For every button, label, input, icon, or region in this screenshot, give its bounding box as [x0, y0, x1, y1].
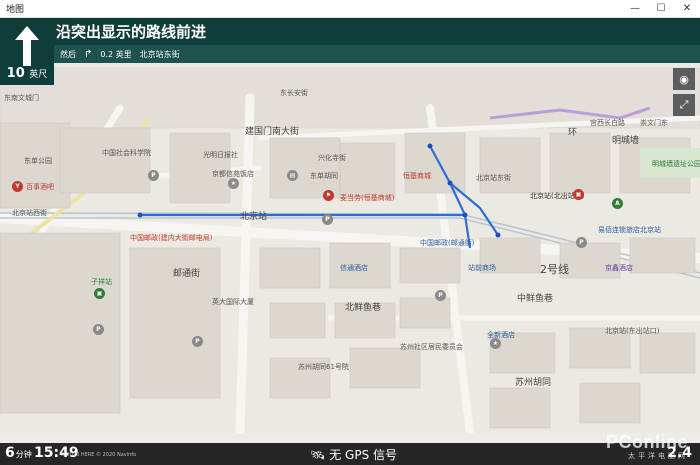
- maximize-button[interactable]: ☐: [648, 0, 674, 18]
- map-label: 恒基商城: [403, 172, 431, 180]
- next-street: 北京站东街: [139, 49, 180, 59]
- restaurant-icon[interactable]: ⚑: [323, 190, 334, 201]
- parking-icon[interactable]: P: [435, 290, 446, 301]
- trip-info-bar: 6分钟 15:49 © 2020 HERE © 2020 Navinfo 🛰 无…: [0, 443, 700, 465]
- map-label: 东单公园: [24, 157, 52, 165]
- map-label: 子祥站: [91, 278, 112, 286]
- parking-icon[interactable]: P: [148, 170, 159, 181]
- map-label: 2号线: [540, 263, 569, 276]
- map-label: 明城墙: [612, 136, 640, 146]
- station-icon[interactable]: ▣: [94, 288, 105, 299]
- map-label: 宫西长白路: [590, 119, 625, 127]
- map-label: 北鲜鱼巷: [345, 303, 382, 313]
- map-label: 环: [568, 128, 578, 138]
- star-icon[interactable]: ★: [490, 338, 501, 349]
- map-label: 易佰连锁旅店北京站: [598, 226, 661, 234]
- maneuver-distance: 10 英尺: [6, 66, 48, 81]
- instruction-text: 沿突出显示的路线前进: [56, 23, 207, 41]
- map-label: 苏州胡同: [515, 378, 552, 388]
- map-label: 麦当劳(恒基商城): [340, 194, 395, 202]
- map-label: 京鑫酒店: [605, 264, 633, 272]
- parking-icon[interactable]: P: [192, 336, 203, 347]
- station-icon[interactable]: ▣: [573, 189, 584, 200]
- locate-icon: ◉: [679, 72, 689, 86]
- title-bar: 地图 — ☐ ✕: [0, 0, 700, 18]
- map-label: 邮通街: [173, 269, 201, 279]
- map-label: 英大国际大厦: [212, 298, 254, 306]
- maps-app: 地图 — ☐ ✕ 东南文城门 建国门南大街 中国社会科学院 北京站 北京站(北出…: [0, 0, 700, 465]
- locate-button[interactable]: ◉: [673, 68, 695, 90]
- map-label: 光明日报社: [203, 151, 238, 159]
- map-label: 建国门南大街: [245, 127, 300, 137]
- minimize-button[interactable]: —: [622, 0, 648, 18]
- parking-icon[interactable]: P: [576, 237, 587, 248]
- parking-icon[interactable]: P: [93, 324, 104, 335]
- map-label: 明城墙遗址公园: [652, 160, 700, 168]
- map-label: 中国邮政(邮通街): [420, 239, 475, 247]
- then-label: 然后: [60, 49, 76, 59]
- expand-button[interactable]: ⤢: [673, 94, 695, 116]
- subway-icon[interactable]: A: [612, 198, 623, 209]
- turn-right-icon: ↱: [84, 48, 93, 60]
- next-distance: 0.2 英里: [100, 49, 132, 59]
- gps-status: 🛰 无 GPS 信号: [310, 447, 398, 463]
- map-canvas[interactable]: [0, 18, 700, 433]
- map-label: 东南文城门: [4, 94, 39, 102]
- map-label: 中国社会科学院: [102, 149, 151, 157]
- satellite-icon: 🛰: [310, 447, 326, 462]
- map-label: 中国邮政(建内大街邮电局): [130, 234, 213, 242]
- map-label: 中鲜鱼巷: [517, 294, 554, 304]
- star-icon[interactable]: ★: [228, 178, 239, 189]
- hotel-icon[interactable]: ▤: [287, 170, 298, 181]
- map-label: 站前商场: [468, 264, 496, 272]
- bar-icon[interactable]: Y: [12, 181, 23, 192]
- map-label: 苏州社区居民委员会: [400, 343, 463, 351]
- close-button[interactable]: ✕: [674, 0, 700, 18]
- map-label: 兴化寺街: [318, 154, 346, 162]
- map-label: 百事酒吧: [26, 183, 54, 191]
- copyright: © 2020 HERE © 2020 Navinfo: [60, 452, 137, 458]
- map-label: 北京站西街: [12, 209, 47, 217]
- map-label: 崇文门东: [640, 119, 668, 127]
- expand-icon: ⤢: [679, 98, 689, 111]
- map-label: 东单胡同: [310, 172, 338, 180]
- map-label: 信通酒店: [340, 264, 368, 272]
- map-label: 北京站(东出站口): [605, 327, 660, 335]
- watermark: PConline 太平洋电脑网: [605, 432, 688, 460]
- window-title: 地图: [6, 5, 25, 15]
- next-maneuver-bar: 然后 ↱ 0.2 英里 北京站东街: [54, 45, 700, 63]
- instruction-banner: 沿突出显示的路线前进: [54, 18, 700, 45]
- map-label: 北京站东街: [476, 174, 511, 182]
- map-label: 苏州胡同61号院: [298, 363, 349, 371]
- straight-arrow-icon: [15, 26, 39, 66]
- eta-minutes: 6分钟: [5, 445, 32, 461]
- map-label: 北京站: [240, 212, 268, 222]
- map-label: 东长安街: [280, 89, 308, 97]
- parking-icon[interactable]: P: [322, 214, 333, 225]
